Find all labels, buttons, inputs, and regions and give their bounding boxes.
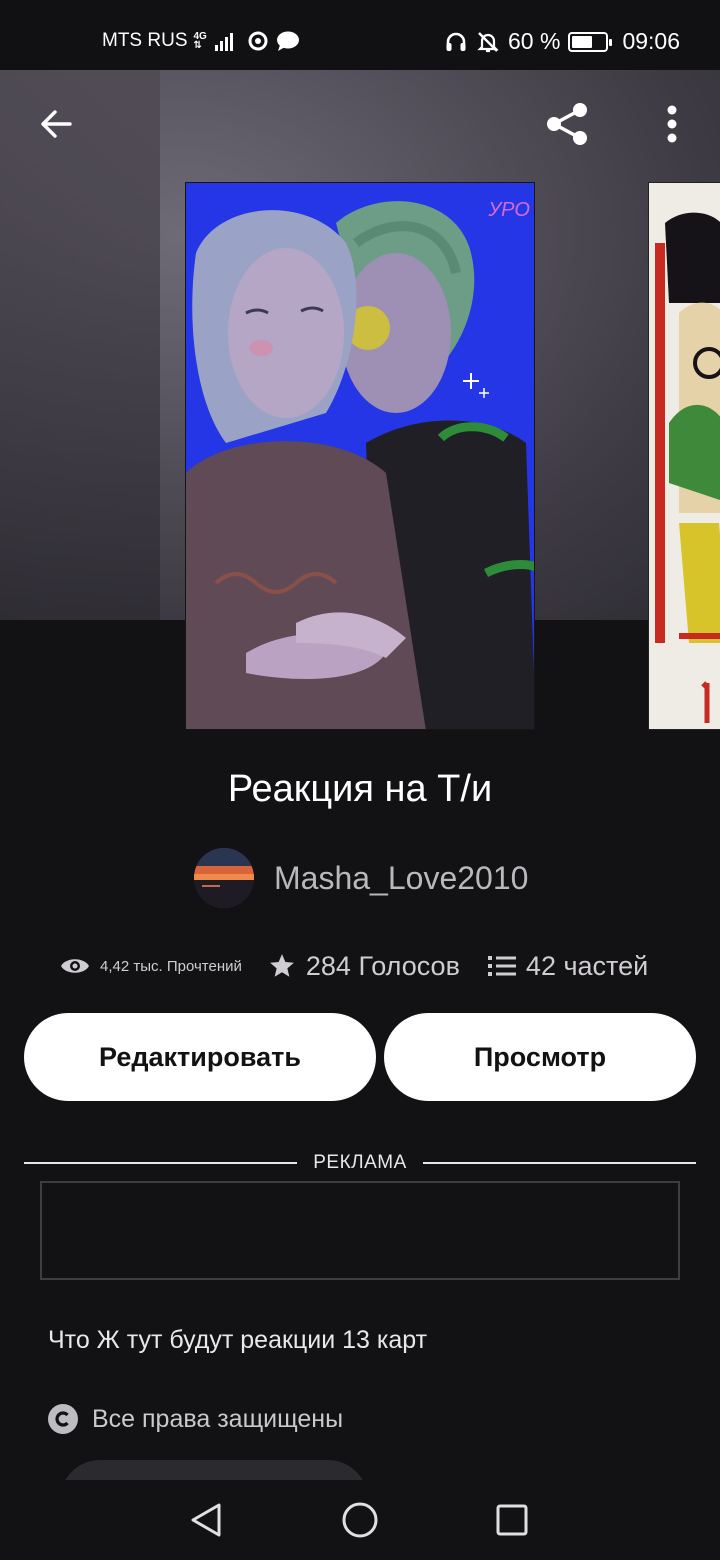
parts-stat: 42 частей (487, 950, 649, 982)
battery-fill (572, 35, 592, 48)
parts-count: 42 частей (525, 950, 649, 981)
author-avatar[interactable] (194, 848, 254, 908)
status-left: MTS RUS 4G ⇅ (102, 30, 301, 52)
story-stats: 4,42 тыс. Прочтений 284 Голосов 42 часте… (60, 946, 680, 986)
share-icon (547, 103, 587, 145)
cover-illustration (186, 183, 534, 729)
ad-banner[interactable] (40, 1181, 680, 1280)
headphones-icon (446, 32, 466, 51)
author-name[interactable]: Masha_Love2010 (274, 860, 528, 897)
system-nav-bar (0, 1480, 720, 1560)
top-bar (0, 86, 720, 166)
bell-off-icon (477, 31, 499, 52)
view-button[interactable]: Просмотр (384, 1013, 696, 1101)
story-title: Реакция на Т/и (227, 768, 493, 810)
network-type: 4G ⇅ (193, 31, 207, 51)
reads-count: 4,42 тыс. Прочтений (100, 957, 242, 975)
list-icon (487, 956, 516, 976)
ad-label: РЕКЛАМА (313, 1152, 407, 1173)
author-row[interactable]: Masha_Love2010 (194, 848, 528, 908)
story-cover[interactable]: УРО (185, 182, 535, 730)
more-menu-button[interactable] (642, 94, 702, 154)
avatar-image (194, 848, 254, 908)
sync-icon (248, 31, 268, 51)
circle-home-icon (342, 1502, 378, 1538)
story-description: Что Ж тут будут реакции 13 карт (48, 1326, 428, 1354)
ad-divider: РЕКЛАМА (24, 1150, 696, 1176)
battery-icon (568, 31, 613, 52)
square-recents-icon (496, 1504, 528, 1536)
eye-icon (61, 959, 89, 973)
copyright-icon (48, 1404, 78, 1434)
status-right: 60 % 09:06 (444, 28, 680, 55)
cover-signature: УРО (488, 199, 530, 221)
clock: 09:06 (622, 28, 680, 54)
copyright-text: Все права защищены (92, 1404, 344, 1433)
nav-back-button[interactable] (166, 1480, 246, 1560)
message-icon (276, 31, 299, 51)
signal-icon (214, 31, 233, 51)
arrow-left-icon (41, 110, 72, 138)
carrier-label: MTS RUS (102, 30, 188, 51)
divider-line-left (24, 1162, 298, 1164)
votes-stat: 284 Голосов (268, 951, 460, 982)
edit-button[interactable]: Редактировать (24, 1013, 376, 1101)
next-cover[interactable] (648, 182, 720, 730)
reads-stat: 4,42 тыс. Прочтений (60, 955, 242, 977)
star-icon (269, 954, 294, 977)
triangle-back-icon (191, 1503, 221, 1537)
nav-home-button[interactable] (320, 1480, 400, 1560)
nav-recents-button[interactable] (472, 1480, 552, 1560)
more-vertical-icon (667, 105, 677, 143)
share-button[interactable] (537, 94, 597, 154)
battery-percent: 60 % (508, 28, 561, 54)
votes-count: 284 Голосов (305, 950, 460, 981)
divider-line-right (422, 1162, 696, 1164)
copyright-row: Все права защищены (48, 1404, 343, 1434)
next-cover-illustration (649, 183, 720, 729)
back-button[interactable] (26, 94, 86, 154)
